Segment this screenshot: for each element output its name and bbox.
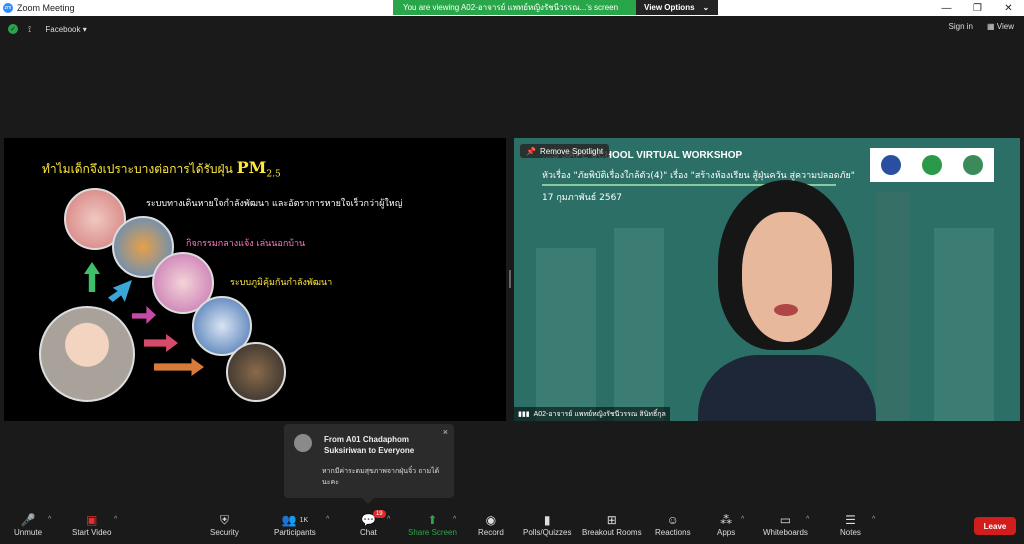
baby-image [39, 306, 135, 402]
video-options-caret[interactable]: ^ [114, 516, 117, 523]
record-button[interactable]: ◉ Record [478, 512, 504, 537]
splitter-handle[interactable] [509, 270, 511, 288]
audio-options-caret[interactable]: ^ [48, 516, 51, 523]
teal-arrow-icon [108, 280, 132, 302]
slide-line-3: ระบบภูมิคุ้มกันกำลังพัฒนา [230, 278, 333, 288]
background-building [876, 192, 910, 421]
sign-in-button[interactable]: Sign in [949, 22, 973, 31]
apps-icon: ⁂ [720, 513, 733, 527]
top-right-actions: Sign in ▦ View [949, 22, 1014, 31]
chat-button[interactable]: 💬 19 Chat [360, 510, 386, 537]
logo-3-icon [963, 155, 984, 175]
apps-button[interactable]: ⁂ Apps [717, 512, 735, 537]
window-controls: — ❐ ✕ [931, 0, 1024, 16]
whiteboard-icon: ▭ [779, 513, 792, 527]
speaker-mouth [774, 304, 798, 316]
pin-icon: 📌 [526, 146, 536, 156]
chat-options-caret[interactable]: ^ [387, 516, 390, 523]
whiteboard-options-caret[interactable]: ^ [806, 516, 809, 523]
chevron-down-icon: ⌄ [702, 3, 710, 12]
orange-arrow-icon [154, 358, 204, 376]
speaker-video-tile[interactable]: …S SAFE SCHOOL VIRTUAL WORKSHOP หัวเรื่อ… [514, 138, 1020, 421]
chat-sender: From A01 Chadaphom Suksiriwan to Everyon… [324, 435, 415, 455]
signal-icon[interactable]: ⟟ [28, 24, 31, 35]
security-button[interactable]: ⛨ Security [210, 512, 239, 538]
close-icon[interactable]: × [443, 427, 448, 437]
leave-button[interactable]: Leave [974, 517, 1016, 535]
speaker-body [698, 355, 876, 421]
viewing-banner: You are viewing A02-อาจารย์ แพทย์หญิงรัช… [393, 0, 718, 15]
polls-button[interactable]: ▮ Polls/Quizzes [523, 512, 571, 537]
microphone-muted-icon: 🎤 [20, 513, 36, 527]
slide-title: ทำไมเด็กจึงเปราะบางต่อการได้รับฝุ่น PM2.… [42, 158, 281, 180]
minimize-button[interactable]: — [931, 0, 962, 16]
notes-options-caret[interactable]: ^ [872, 516, 875, 523]
hourglass-image [226, 342, 286, 402]
bar-chart-icon: ▮ [543, 513, 551, 527]
shield-icon[interactable]: ✓ [8, 24, 18, 34]
participants-options-caret[interactable]: ^ [326, 516, 329, 523]
remove-spotlight-button[interactable]: 📌 Remove Spotlight [520, 144, 610, 158]
chat-icon: 💬 19 [361, 510, 386, 528]
breakout-rooms-button[interactable]: ⊞ Breakout Rooms [582, 512, 642, 537]
shared-screen-slide[interactable]: ทำไมเด็กจึงเปราะบางต่อการได้รับฝุ่น PM2.… [4, 138, 506, 421]
participant-name-tag: ▮▮▮ A02-อาจารย์ แพทย์หญิงรัชนีวรรณ สินิท… [514, 407, 670, 421]
slide-line-2: กิจกรรมกลางแจ้ง เล่นนอกบ้าน [186, 239, 306, 249]
record-icon: ◉ [485, 513, 497, 527]
participants-button[interactable]: 👥 1K Participants [274, 512, 316, 537]
chat-message: หากมีค่าระดมสุขภาพจากฝุ่นจิ๋ว ถามได้นะคะ [322, 467, 440, 486]
signal-bars-icon: ▮▮▮ [518, 411, 530, 418]
avatar [294, 434, 312, 452]
popup-tail [362, 498, 374, 504]
maximize-button[interactable]: ❐ [962, 0, 993, 16]
magenta-arrow-icon [132, 306, 156, 324]
share-screen-button[interactable]: ⬆ Share Screen [408, 512, 457, 537]
view-button[interactable]: ▦ View [987, 22, 1014, 31]
shield-icon: ⛨ [219, 512, 229, 527]
speaker-face [742, 212, 832, 342]
logo-1-icon [880, 155, 901, 175]
share-screen-icon: ⬆ [427, 513, 438, 527]
start-video-button[interactable]: ▣ Start Video [72, 512, 111, 537]
share-options-caret[interactable]: ^ [453, 516, 456, 523]
chat-badge: 19 [372, 510, 386, 518]
chat-notification[interactable]: From A01 Chadaphom Suksiriwan to Everyon… [284, 424, 454, 504]
notes-icon: ☰ [845, 513, 856, 527]
unmute-button[interactable]: 🎤 Unmute [14, 512, 42, 537]
meeting-top-bar: ✓ ⟟ Facebook ▾ [0, 16, 1024, 42]
workshop-date: 17 กุมภาพันธ์ 2567 [542, 193, 623, 203]
smile-icon: ☺ [666, 513, 679, 527]
background-building [934, 228, 994, 421]
reactions-button[interactable]: ☺ Reactions [655, 512, 691, 537]
speaker-person [698, 180, 876, 421]
caret-down-icon: ▾ [82, 24, 87, 34]
viewing-text: You are viewing A02-อาจารย์ แพทย์หญิงรัช… [393, 0, 636, 15]
logo-2-icon [921, 155, 942, 175]
facebook-dropdown[interactable]: Facebook ▾ [45, 25, 86, 34]
notes-button[interactable]: ☰ Notes [840, 512, 861, 537]
green-arrow-icon [84, 262, 100, 292]
grid-icon: ▦ [987, 22, 997, 31]
window-title: Zoom Meeting [17, 3, 75, 13]
participants-icon: 👥 1K [281, 513, 309, 527]
zoom-logo-icon: zm [3, 3, 13, 13]
pink-arrow-icon [144, 334, 178, 352]
close-button[interactable]: ✕ [993, 0, 1024, 16]
meeting-toolbar: 🎤 Unmute ^ ▣ Start Video ^ ⛨ Security 👥 1… [0, 508, 1024, 544]
apps-options-caret[interactable]: ^ [741, 516, 744, 523]
background-building [614, 228, 664, 421]
organization-logos [870, 148, 994, 182]
slide-line-1: ระบบทางเดินหายใจกำลังพัฒนา และอัตราการหา… [146, 199, 403, 209]
view-options-button[interactable]: View Options ⌄ [636, 0, 718, 15]
video-muted-icon: ▣ [86, 513, 98, 527]
background-building [536, 248, 596, 421]
whiteboards-button[interactable]: ▭ Whiteboards [763, 512, 808, 537]
breakout-icon: ⊞ [606, 513, 617, 527]
